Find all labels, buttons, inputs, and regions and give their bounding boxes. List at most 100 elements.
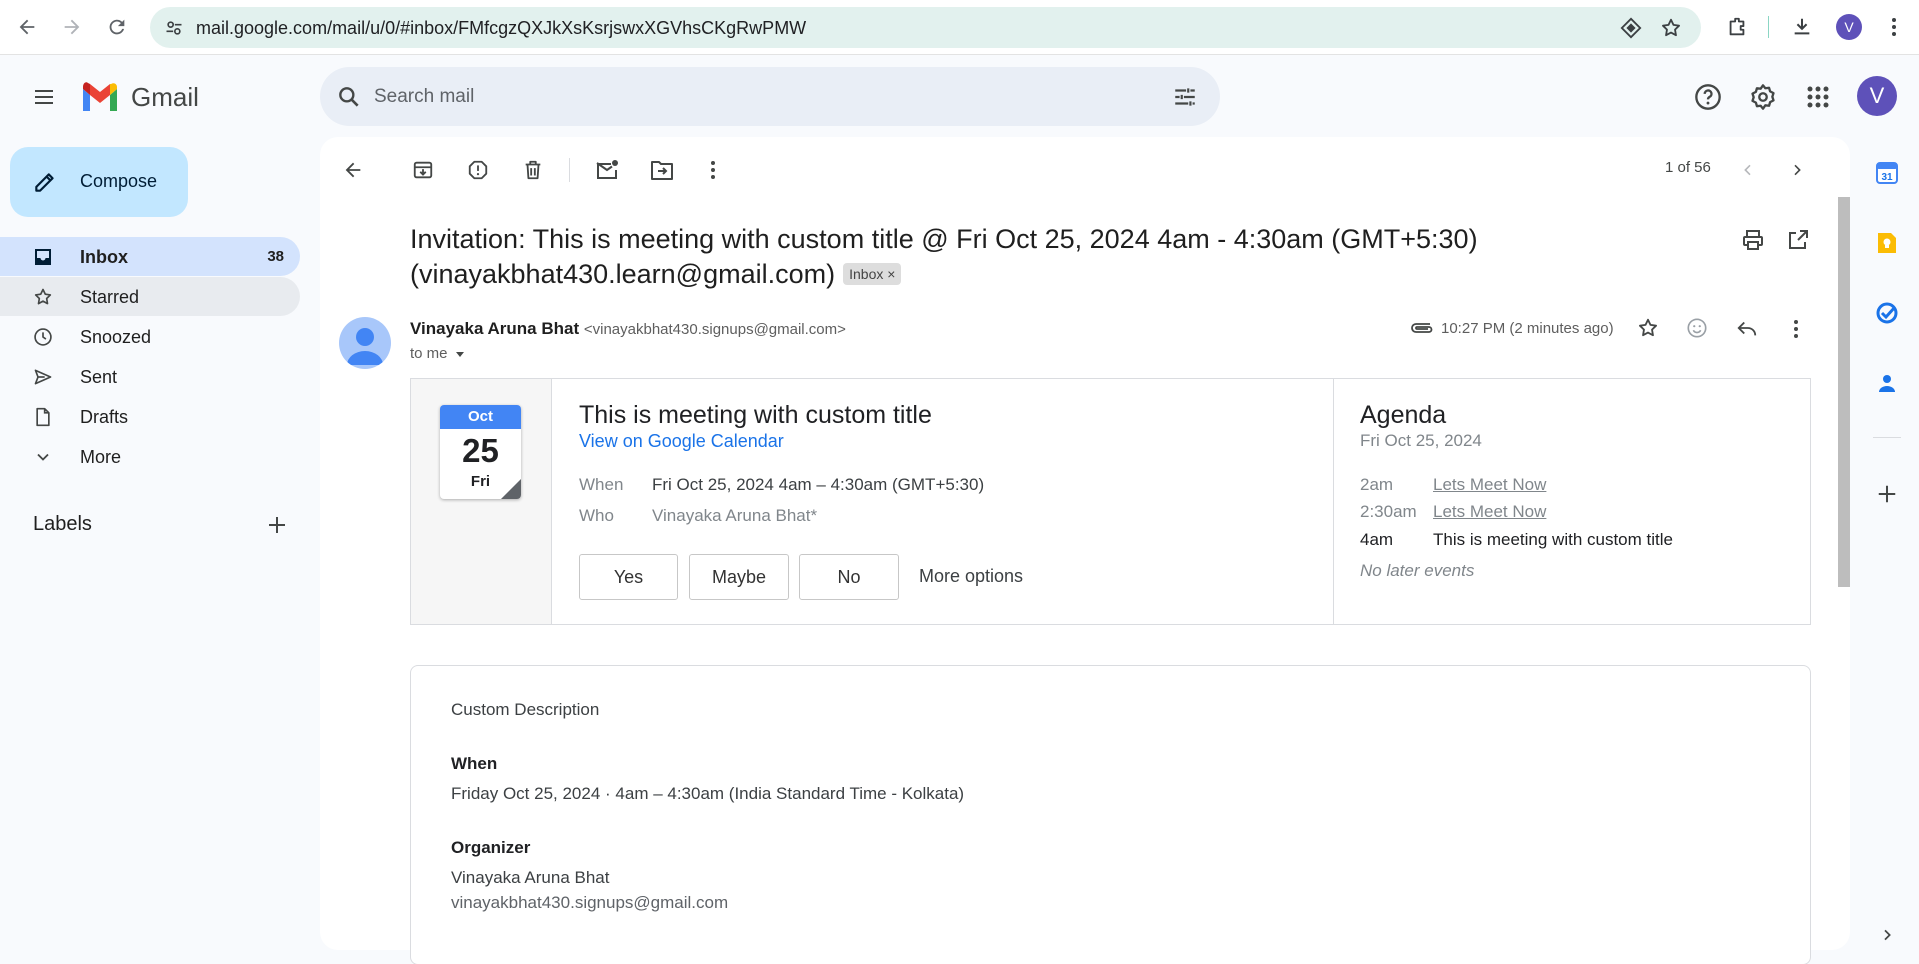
organizer-email[interactable]: vinayakbhat430.signups@gmail.com (451, 893, 728, 913)
get-addons-plus-icon[interactable] (1871, 478, 1903, 510)
star-icon (33, 287, 53, 307)
bookmark-star-icon[interactable] (1660, 17, 1682, 39)
agenda-event-link[interactable]: Lets Meet Now (1433, 475, 1546, 495)
sidebar-item-more[interactable]: More (0, 437, 300, 476)
rail-divider (1873, 437, 1901, 438)
archive-icon[interactable] (408, 155, 438, 185)
agenda-footer: No later events (1360, 561, 1475, 580)
back-arrow-icon[interactable] (13, 13, 41, 41)
compose-label: Compose (80, 171, 158, 191)
send-icon (33, 367, 53, 387)
google-tasks-icon[interactable] (1871, 297, 1903, 329)
description-text: Custom Description (451, 700, 600, 719)
email-subject: Invitation: This is meeting with custom … (410, 222, 1710, 292)
account-avatar[interactable]: V (1857, 76, 1897, 116)
sidebar-item-label: Starred (80, 287, 140, 307)
inbox-label-chip[interactable]: Inbox × (843, 263, 902, 285)
inbox-icon (33, 247, 53, 267)
open-new-window-icon[interactable] (1786, 228, 1810, 252)
google-keep-icon[interactable] (1871, 227, 1903, 259)
google-lens-icon[interactable] (1620, 17, 1642, 39)
pagination-count: 1 of 56 (1665, 159, 1711, 176)
date-month: Oct (440, 405, 521, 429)
settings-gear-icon[interactable] (1743, 77, 1783, 117)
search-input[interactable]: Search mail (374, 86, 474, 108)
toolbar-divider (1768, 16, 1769, 38)
message-more-options-icon[interactable] (1793, 319, 1799, 339)
sidebar-item-starred[interactable]: Starred (0, 277, 300, 316)
sender-avatar[interactable] (339, 317, 391, 369)
mark-unread-icon[interactable] (592, 155, 622, 185)
forward-arrow-icon[interactable] (58, 13, 86, 41)
search-icon[interactable] (336, 84, 362, 110)
rsvp-maybe-button[interactable]: Maybe (689, 554, 789, 600)
gmail-wordmark: Gmail (131, 82, 199, 112)
remove-label-icon[interactable]: × (887, 266, 895, 282)
main-menu-icon[interactable] (24, 77, 64, 117)
sender-name[interactable]: Vinayaka Aruna Bhat (410, 319, 579, 338)
sidebar-item-inbox[interactable]: Inbox 38 (0, 237, 300, 276)
site-settings-icon[interactable] (164, 18, 184, 38)
move-to-folder-icon[interactable] (647, 155, 677, 185)
more-options-link[interactable]: More options (919, 566, 1023, 587)
recipient-toggle[interactable]: to me (410, 345, 466, 362)
sidebar-item-sent[interactable]: Sent (0, 357, 300, 396)
description-when-value: Friday Oct 25, 2024 · 4am – 4:30am (Indi… (451, 784, 965, 803)
chevron-down-icon (33, 447, 53, 467)
star-message-icon[interactable] (1637, 317, 1659, 339)
sender-line: Vinayaka Aruna Bhat <vinayakbhat430.sign… (410, 319, 846, 339)
message-scrollbar-thumb[interactable] (1838, 197, 1850, 587)
add-reaction-emoji-icon[interactable] (1686, 317, 1708, 339)
agenda-column: Agenda Fri Oct 25, 2024 2am Lets Meet No… (1333, 379, 1811, 624)
newer-chevron-left-icon[interactable] (1733, 155, 1763, 185)
expand-side-panel-chevron-icon[interactable] (1871, 919, 1903, 951)
google-calendar-icon[interactable]: 31 (1871, 157, 1903, 189)
search-bar[interactable]: Search mail (320, 67, 1220, 126)
reply-icon[interactable] (1736, 317, 1758, 339)
who-label: Who (579, 506, 614, 525)
add-label-icon[interactable] (265, 513, 289, 537)
view-on-calendar-link[interactable]: View on Google Calendar (579, 431, 784, 452)
compose-button[interactable]: Compose (10, 147, 188, 217)
extensions-icon[interactable] (1723, 13, 1751, 41)
description-when-heading: When (451, 754, 498, 773)
browser-toolbar: mail.google.com/mail/u/0/#inbox/FMfcgzQX… (0, 0, 1919, 55)
when-label: When (579, 475, 624, 494)
url-text[interactable]: mail.google.com/mail/u/0/#inbox/FMfcgzQX… (196, 18, 806, 39)
google-contacts-icon[interactable] (1871, 367, 1903, 399)
google-apps-icon[interactable] (1798, 77, 1838, 117)
rsvp-yes-button[interactable]: Yes (579, 554, 678, 600)
agenda-event-time: 2am (1360, 475, 1394, 494)
agenda-event-time: 2:30am (1360, 502, 1417, 521)
gmail-logo[interactable] (80, 81, 120, 111)
report-spam-icon[interactable] (463, 155, 493, 185)
more-actions-icon[interactable] (698, 155, 728, 185)
download-icon[interactable] (1788, 13, 1816, 41)
svg-text:31: 31 (1881, 172, 1893, 183)
delete-trash-icon[interactable] (518, 155, 548, 185)
agenda-event-current: This is meeting with custom title (1433, 530, 1673, 549)
unread-count-badge: 38 (267, 248, 284, 265)
labels-heading: Labels (33, 513, 92, 535)
older-chevron-right-icon[interactable] (1782, 155, 1812, 185)
search-options-icon[interactable] (1172, 84, 1198, 110)
back-to-inbox-icon[interactable] (338, 155, 368, 185)
organizer-name: Vinayaka Aruna Bhat (451, 868, 610, 887)
sidebar-item-label: Drafts (80, 407, 129, 427)
browser-menu-icon[interactable] (1880, 13, 1908, 41)
address-bar[interactable]: mail.google.com/mail/u/0/#inbox/FMfcgzQX… (150, 7, 1701, 48)
help-icon[interactable] (1688, 77, 1728, 117)
draft-file-icon (33, 407, 53, 427)
reload-icon[interactable] (103, 13, 131, 41)
sidebar-item-snoozed[interactable]: Snoozed (0, 317, 300, 356)
sidebar-item-drafts[interactable]: Drafts (0, 397, 300, 436)
clock-icon (33, 327, 53, 347)
toolbar-separator (569, 158, 570, 182)
chip-label: Inbox (849, 266, 884, 282)
browser-profile-avatar[interactable]: V (1836, 14, 1862, 40)
who-value: Vinayaka Aruna Bhat* (652, 506, 818, 525)
print-icon[interactable] (1741, 228, 1765, 252)
received-time: 10:27 PM (2 minutes ago) (1441, 320, 1614, 337)
agenda-event-link[interactable]: Lets Meet Now (1433, 502, 1546, 522)
rsvp-no-button[interactable]: No (799, 554, 899, 600)
